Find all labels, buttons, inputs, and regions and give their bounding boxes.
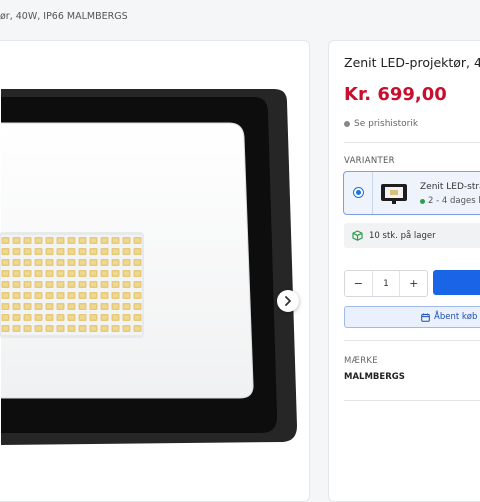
box-icon — [352, 230, 363, 241]
increase-quantity-button[interactable]: + — [400, 271, 427, 296]
product-title: Zenit LED-projektør, 40W — [344, 55, 480, 70]
decrease-quantity-button[interactable]: − — [345, 271, 372, 296]
open-purchase-label: Åbent køb — [434, 312, 478, 322]
in-stock-dot-icon — [420, 198, 425, 204]
stock-status: 10 stk. på lager — [344, 223, 480, 248]
divider — [344, 400, 480, 401]
product-image-gallery — [0, 40, 310, 502]
clock-icon — [344, 121, 350, 127]
stock-text: 10 stk. på lager — [369, 230, 436, 241]
variants-heading: VARIANTER — [344, 156, 395, 166]
divider — [344, 340, 480, 341]
variant-delivery: 2 - 4 dages le — [420, 196, 480, 206]
variant-option[interactable]: Zenit LED-strålk 2 - 4 dages le — [343, 171, 480, 215]
brand-label: MÆRKE — [344, 356, 378, 366]
quantity-input[interactable]: 1 — [371, 271, 401, 296]
chevron-right-icon — [285, 296, 291, 306]
divider — [344, 142, 480, 143]
add-to-cart-button[interactable] — [433, 270, 480, 295]
divider — [372, 172, 373, 214]
quantity-stepper: − 1 + — [344, 270, 428, 297]
price-history-link[interactable]: Se prishistorik — [344, 119, 418, 129]
variant-thumbnail — [381, 184, 407, 204]
calendar-icon — [421, 313, 430, 322]
price-history-label: Se prishistorik — [354, 119, 419, 129]
variant-name: Zenit LED-strålk — [420, 182, 480, 192]
variant-radio[interactable] — [353, 187, 364, 198]
brand-value: MALMBERGS — [344, 372, 405, 382]
breadcrumb: ør, 40W, IP66 MALMBERGS — [0, 11, 128, 22]
product-price: Kr. 699,00 — [344, 84, 447, 105]
open-purchase-button[interactable]: Åbent køb — [344, 306, 480, 328]
product-image — [0, 89, 297, 445]
next-image-button[interactable] — [277, 290, 299, 312]
variant-delivery-text: 2 - 4 dages le — [428, 196, 480, 206]
